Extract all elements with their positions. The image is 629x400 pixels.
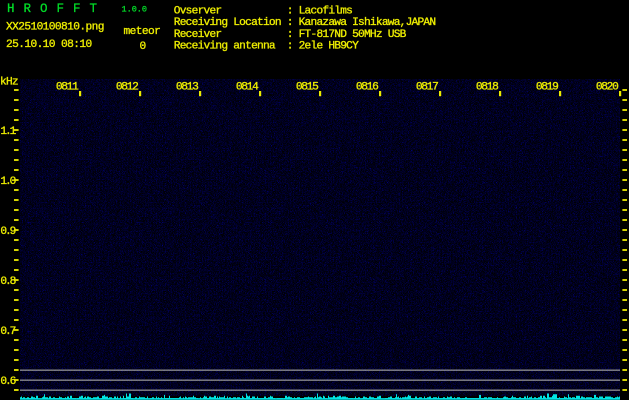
svg-text:1.0.0: 1.0.0 [122, 5, 148, 15]
svg-text:0813: 0813 [176, 81, 198, 93]
svg-text:Receiving antenna : 2ele HB9C: Receiving antenna : 2ele HB9CY [174, 41, 359, 53]
svg-text:0.6: 0.6 [0, 376, 15, 388]
svg-text:25.10.10 08:10: 25.10.10 08:10 [6, 39, 92, 51]
svg-text:Receiving Location : Kanazawa: Receiving Location : Kanazawa Ishikawa,J… [174, 17, 436, 29]
svg-text:H R O F F T: H R O F F T [7, 2, 98, 16]
svg-text:0817: 0817 [416, 81, 438, 93]
svg-text:0815: 0815 [296, 81, 318, 93]
svg-text:0814: 0814 [236, 81, 259, 93]
svg-text:0820: 0820 [596, 81, 619, 93]
svg-text:XX2510100810.png: XX2510100810.png [6, 22, 104, 34]
svg-text:0.8: 0.8 [0, 276, 15, 288]
svg-text:Ovserver : Lacofilms: Ovserver : Lacofilms [174, 5, 352, 17]
svg-text:0812: 0812 [116, 81, 138, 93]
svg-text:0819: 0819 [536, 81, 558, 93]
svg-text:1.1: 1.1 [0, 126, 16, 138]
svg-text:0.9: 0.9 [0, 226, 15, 238]
svg-text:0818: 0818 [476, 81, 498, 93]
svg-text:0.7: 0.7 [0, 326, 15, 338]
svg-text:0816: 0816 [356, 81, 378, 93]
svg-text:0: 0 [140, 41, 147, 53]
svg-text:meteor: meteor [124, 26, 161, 38]
svg-text:Receiver : FT-817ND: Receiver : FT-817ND 50MHz USB [174, 29, 407, 41]
svg-text:kHz: kHz [0, 77, 18, 89]
svg-text:0811: 0811 [56, 81, 79, 93]
svg-text:1.0: 1.0 [0, 176, 16, 188]
